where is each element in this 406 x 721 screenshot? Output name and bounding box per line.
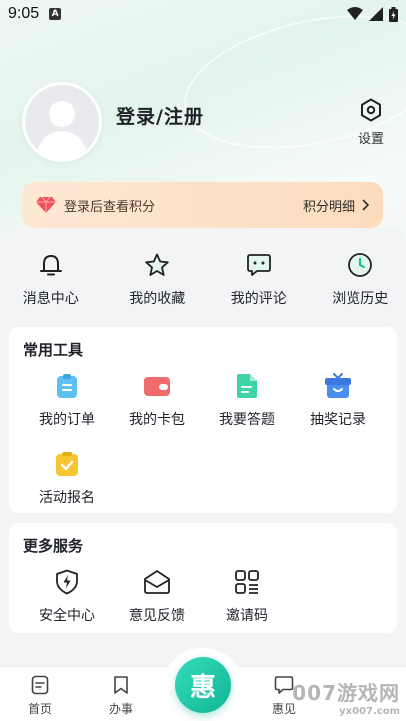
qr-grid-icon bbox=[235, 570, 259, 594]
services-card: 更多服务 安全中心 意见反馈 邀请码 bbox=[9, 523, 397, 633]
bell-icon bbox=[39, 255, 62, 276]
tool-label: 我要答题 bbox=[219, 412, 275, 428]
center-button-glyph: 惠 bbox=[189, 672, 216, 703]
wifi-icon bbox=[347, 7, 363, 20]
check-clipboard-icon bbox=[56, 452, 78, 476]
wallet-icon bbox=[144, 377, 170, 396]
center-action-button[interactable]: 惠 bbox=[175, 657, 231, 713]
sim-indicator: A bbox=[49, 8, 62, 20]
quick-item-label: 我的收藏 bbox=[129, 291, 186, 307]
tools-title: 常用工具 bbox=[23, 341, 84, 359]
clock-icon bbox=[348, 253, 373, 277]
signal-icon bbox=[369, 7, 383, 21]
star-icon bbox=[145, 253, 169, 276]
points-detail-label: 积分明细 bbox=[302, 199, 355, 215]
quick-item-label: 消息中心 bbox=[22, 291, 79, 307]
quick-item-label: 我的评论 bbox=[230, 291, 287, 307]
tool-my-orders[interactable]: 我的订单 bbox=[22, 373, 112, 429]
quick-item-label: 浏览历史 bbox=[332, 291, 389, 307]
tab-services[interactable]: 办事 bbox=[91, 675, 151, 717]
tab-home[interactable]: 首页 bbox=[10, 675, 70, 717]
service-label: 意见反馈 bbox=[129, 608, 185, 624]
home-doc-icon bbox=[31, 675, 49, 695]
points-banner[interactable]: 登录后查看积分 积分明细 bbox=[22, 182, 383, 228]
avatar[interactable] bbox=[22, 82, 102, 162]
services-title: 更多服务 bbox=[23, 537, 84, 555]
quick-item-history[interactable]: 浏览历史 bbox=[305, 252, 406, 308]
tool-lottery-records[interactable]: 抽奖记录 bbox=[293, 373, 383, 429]
watermark-sub: yx007.com bbox=[339, 706, 400, 717]
order-icon bbox=[57, 374, 77, 398]
service-feedback[interactable]: 意见反馈 bbox=[112, 569, 202, 625]
chat-icon bbox=[246, 254, 271, 276]
envelope-icon bbox=[144, 570, 170, 594]
watermark: 007游戏网 yx007.com bbox=[292, 677, 400, 717]
tab-label: 办事 bbox=[108, 702, 133, 716]
tool-label: 活动报名 bbox=[39, 490, 95, 506]
service-label: 邀请码 bbox=[226, 608, 268, 624]
tool-label: 我的订单 bbox=[39, 412, 95, 428]
diamond-icon bbox=[36, 196, 56, 213]
status-bar: 9:05 A bbox=[0, 0, 406, 28]
quick-item-favorites[interactable]: 我的收藏 bbox=[102, 252, 204, 308]
status-icons bbox=[347, 6, 398, 22]
tab-label: 首页 bbox=[27, 702, 52, 716]
tool-label: 我的卡包 bbox=[129, 412, 185, 428]
tool-event-signup[interactable]: 活动报名 bbox=[22, 451, 112, 507]
tools-card: 常用工具 我的订单 我的卡包 我要答题 抽奖记录 活动报名 bbox=[9, 327, 397, 513]
shield-bolt-icon bbox=[56, 569, 78, 595]
gift-box-icon bbox=[325, 373, 351, 398]
settings-button[interactable]: 设置 bbox=[352, 98, 390, 147]
settings-label: 设置 bbox=[357, 132, 384, 147]
watermark-text: 007游戏网 bbox=[292, 681, 400, 705]
service-invite-code[interactable]: 邀请码 bbox=[202, 569, 292, 625]
document-icon bbox=[237, 374, 257, 398]
points-detail-link[interactable]: 积分明细 bbox=[303, 196, 369, 215]
quick-item-messages[interactable]: 消息中心 bbox=[0, 252, 102, 308]
quick-item-comments[interactable]: 我的评论 bbox=[203, 252, 305, 308]
battery-icon bbox=[389, 6, 398, 22]
bookmark-icon bbox=[114, 676, 128, 694]
points-hint: 登录后查看积分 bbox=[64, 199, 156, 215]
service-security-center[interactable]: 安全中心 bbox=[22, 569, 112, 625]
quick-actions: 消息中心 我的收藏 我的评论 浏览历史 bbox=[0, 252, 406, 308]
tool-label: 抽奖记录 bbox=[310, 412, 366, 428]
speech-icon bbox=[274, 676, 294, 694]
login-register-link[interactable]: 登录/注册 bbox=[116, 102, 204, 129]
service-label: 安全中心 bbox=[39, 608, 95, 624]
gear-icon bbox=[361, 98, 381, 122]
tool-my-wallet[interactable]: 我的卡包 bbox=[112, 373, 202, 429]
chevron-right-icon bbox=[362, 199, 369, 211]
tool-answer-quiz[interactable]: 我要答题 bbox=[202, 373, 292, 429]
status-time: 9:05 bbox=[8, 5, 40, 22]
